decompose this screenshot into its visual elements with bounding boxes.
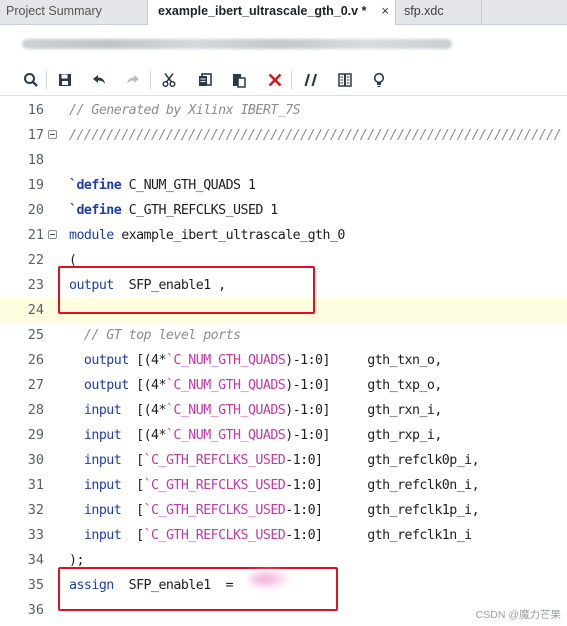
- save-icon[interactable]: [54, 69, 76, 91]
- code-line: 32 input [`C_GTH_REFCLKS_USED-1:0] gth_r…: [0, 498, 567, 523]
- line-number: 17: [27, 127, 44, 143]
- code-text: output [(4*`C_NUM_GTH_QUADS)-1:0] gth_tx…: [83, 378, 442, 393]
- code-line: 16 // Generated by Xilinx IBERT_7S: [0, 98, 567, 123]
- line-number: 22: [27, 252, 44, 268]
- code-line: 29 input [(4*`C_NUM_GTH_QUADS)-1:0] gth_…: [0, 423, 567, 448]
- watermark: CSDN @魔力芒果: [475, 609, 561, 621]
- delete-icon[interactable]: [264, 69, 286, 91]
- close-icon[interactable]: ×: [381, 0, 389, 22]
- highlight-box-output: [58, 266, 315, 314]
- code-line: 19 `define C_NUM_GTH_QUADS 1: [0, 173, 567, 198]
- line-number: 24: [27, 302, 44, 318]
- tab-label: Project Summary: [6, 4, 102, 18]
- line-number: 35: [27, 577, 44, 593]
- paste-icon[interactable]: [228, 69, 250, 91]
- code-text: `define C_GTH_REFCLKS_USED 1: [69, 203, 278, 218]
- code-text: input [`C_GTH_REFCLKS_USED-1:0] gth_refc…: [83, 478, 480, 493]
- column-icon[interactable]: [334, 69, 356, 91]
- line-number: 29: [27, 427, 44, 443]
- tab-bar: Project Summary example_ibert_ultrascale…: [0, 0, 567, 25]
- line-number: 20: [27, 202, 44, 218]
- code-line: 20 `define C_GTH_REFCLKS_USED 1: [0, 198, 567, 223]
- code-line: 26 output [(4*`C_NUM_GTH_QUADS)-1:0] gth…: [0, 348, 567, 373]
- line-number: 32: [27, 502, 44, 518]
- redo-icon[interactable]: [122, 69, 144, 91]
- line-number: 25: [27, 327, 44, 343]
- copy-icon[interactable]: [194, 69, 216, 91]
- code-text: input [(4*`C_NUM_GTH_QUADS)-1:0] gth_rxn…: [83, 403, 442, 418]
- comment-icon[interactable]: [300, 69, 322, 91]
- line-number: 18: [27, 152, 44, 168]
- code-text: input [(4*`C_NUM_GTH_QUADS)-1:0] gth_rxp…: [83, 428, 442, 443]
- code-text: input [`C_GTH_REFCLKS_USED-1:0] gth_refc…: [83, 453, 480, 468]
- code-text: output [(4*`C_NUM_GTH_QUADS)-1:0] gth_tx…: [83, 353, 442, 368]
- code-editor[interactable]: 16 // Generated by Xilinx IBERT_7S 17 //…: [0, 96, 567, 626]
- blurred-value: [248, 568, 292, 590]
- highlight-box-assign: [58, 567, 338, 611]
- code-line: 18: [0, 148, 567, 173]
- editor-toolbar: [0, 65, 567, 96]
- line-number: 16: [27, 102, 44, 118]
- fold-icon[interactable]: [48, 130, 57, 139]
- tab-example-ibert-file[interactable]: example_ibert_ultrascale_gth_0.v * ×: [148, 0, 396, 25]
- tab-sfp-xdc[interactable]: sfp.xdc: [396, 0, 482, 24]
- tab-label: example_ibert_ultrascale_gth_0.v *: [158, 4, 367, 18]
- code-line: 17 /////////////////////////////////////…: [0, 123, 567, 148]
- line-number: 36: [27, 602, 44, 618]
- fold-icon[interactable]: [48, 230, 57, 239]
- blurred-file-path: [22, 39, 452, 49]
- line-number: 21: [27, 227, 44, 243]
- line-number: 28: [27, 402, 44, 418]
- code-line: 33 input [`C_GTH_REFCLKS_USED-1:0] gth_r…: [0, 523, 567, 548]
- line-number: 27: [27, 377, 44, 393]
- line-number: 19: [27, 177, 44, 193]
- code-line: 31 input [`C_GTH_REFCLKS_USED-1:0] gth_r…: [0, 473, 567, 498]
- line-number: 34: [27, 552, 44, 568]
- undo-icon[interactable]: [88, 69, 110, 91]
- code-text: input [`C_GTH_REFCLKS_USED-1:0] gth_refc…: [83, 503, 480, 518]
- code-text: // GT top level ports: [69, 328, 241, 343]
- code-text: `define C_NUM_GTH_QUADS 1: [69, 178, 256, 193]
- file-path-bar: [0, 25, 567, 65]
- line-number: 31: [27, 477, 44, 493]
- code-line: 21 module example_ibert_ultrascale_gth_0: [0, 223, 567, 248]
- line-number: 23: [27, 277, 44, 293]
- code-text: ////////////////////////////////////////…: [69, 128, 562, 143]
- code-text: module example_ibert_ultrascale_gth_0: [69, 228, 345, 243]
- code-line: 30 input [`C_GTH_REFCLKS_USED-1:0] gth_r…: [0, 448, 567, 473]
- line-number: 33: [27, 527, 44, 543]
- code-line: 27 output [(4*`C_NUM_GTH_QUADS)-1:0] gth…: [0, 373, 567, 398]
- bulb-icon[interactable]: [368, 69, 390, 91]
- code-line: 28 input [(4*`C_NUM_GTH_QUADS)-1:0] gth_…: [0, 398, 567, 423]
- code-line: 25 // GT top level ports: [0, 323, 567, 348]
- line-number: 30: [27, 452, 44, 468]
- line-number: 26: [27, 352, 44, 368]
- code-text: // Generated by Xilinx IBERT_7S: [69, 103, 301, 118]
- search-icon[interactable]: [20, 69, 42, 91]
- code-text: input [`C_GTH_REFCLKS_USED-1:0] gth_refc…: [83, 528, 472, 543]
- tab-label: sfp.xdc: [404, 4, 444, 18]
- cut-icon[interactable]: [158, 69, 180, 91]
- tab-project-summary[interactable]: Project Summary: [0, 0, 148, 24]
